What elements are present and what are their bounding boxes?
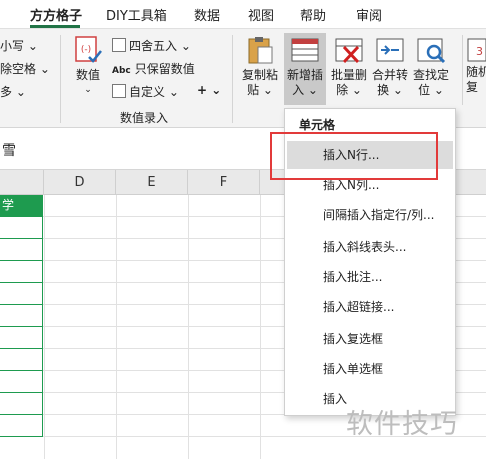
copy-paste-label: 复制粘 [241, 68, 278, 82]
copy-paste-button[interactable]: 复制粘 贴 ⌄ [238, 35, 282, 98]
clipboard-icon [245, 35, 275, 65]
find-label: 查找定 [412, 68, 449, 82]
random-button[interactable]: 3 随机 复 [466, 35, 486, 95]
merge-button[interactable]: 合并转 换 ⌄ [370, 35, 410, 98]
column-header-partial[interactable] [0, 170, 44, 195]
ribbon-separator [462, 35, 463, 105]
menu-section-title: 单元格 [299, 118, 336, 132]
svg-text:(-): (-) [81, 45, 91, 55]
merge-icon [375, 35, 405, 65]
numeric-icon: (-) [73, 35, 103, 65]
tab-review[interactable]: 审阅 [356, 5, 382, 24]
find-label-2: 位 ⌄ [418, 83, 444, 97]
random-icon: 3 [466, 35, 486, 65]
numeric-label: 数值 [75, 68, 100, 82]
random-label: 随机 [466, 65, 486, 79]
watermark: 软件技巧 [346, 409, 458, 440]
remove-spaces-button[interactable]: 除空格 ⌄ [0, 60, 50, 77]
insert-button[interactable]: 新增插 入 ⌄ [284, 33, 326, 105]
random-icon-digit: 3 [476, 45, 483, 58]
batch-delete-label-2: 除 ⌄ [336, 83, 362, 97]
ribbon-separator [60, 35, 61, 123]
keep-values-button[interactable]: Abc 只保留数值 [112, 60, 195, 77]
custom-button[interactable]: 自定义 ⌄ [112, 83, 179, 100]
find-button[interactable]: 查找定 位 ⌄ [410, 35, 452, 98]
selected-range[interactable] [0, 216, 43, 437]
tab-data[interactable]: 数据 [194, 5, 220, 24]
insert-label: 新增插 [286, 68, 323, 82]
ribbon-separator [232, 35, 233, 123]
batch-delete-button[interactable]: 批量删 除 ⌄ [328, 35, 370, 98]
column-header-e[interactable]: E [116, 170, 188, 195]
column-header-d[interactable]: D [44, 170, 116, 195]
delete-icon [334, 35, 364, 65]
tab-view[interactable]: 视图 [248, 5, 274, 24]
tab-diy[interactable]: DIY工具箱 [106, 5, 167, 24]
find-icon [416, 35, 446, 65]
menu-item-insert-hyperlink[interactable]: 插入超链接... [287, 293, 453, 321]
menu-item-insert-diagonal-header[interactable]: 插入斜线表头... [287, 233, 453, 261]
menu-item-interval-insert[interactable]: 间隔插入指定行/列... [287, 201, 453, 229]
numeric-button[interactable]: (-) 数值 ⌄ [68, 35, 108, 98]
round-icon [112, 38, 126, 52]
column-header-f[interactable]: F [188, 170, 260, 195]
custom-icon [112, 84, 126, 98]
group-label-numeric-entry: 数值录入 [120, 111, 169, 125]
abc-icon: Abc [112, 66, 131, 76]
tab-help[interactable]: 帮助 [300, 5, 326, 24]
tab-fangfang[interactable]: 方方格子 [30, 5, 82, 24]
merge-label: 合并转 [371, 68, 408, 82]
batch-delete-label: 批量删 [330, 68, 367, 82]
random-label-2: 复 [466, 80, 479, 94]
ribbon-tabs: 方方格子 DIY工具箱 数据 视图 帮助 审阅 [0, 0, 486, 28]
menu-item-insert-checkbox[interactable]: 插入复选框 [287, 325, 453, 353]
highlight-annotation-box [270, 132, 438, 180]
insert-row-icon [290, 35, 320, 65]
formula-value: 雪 [2, 143, 16, 159]
more-button[interactable]: 多 ⌄ [0, 83, 26, 100]
insert-label-2: 入 ⌄ [292, 83, 318, 97]
copy-paste-label-2: 贴 ⌄ [247, 83, 273, 97]
menu-item-insert-comment[interactable]: 插入批注... [287, 263, 453, 291]
add-button[interactable]: + ⌄ [197, 83, 221, 97]
lowercase-button[interactable]: 小写 ⌄ [0, 37, 38, 54]
selected-column-header-cell[interactable]: 学 [0, 195, 43, 216]
menu-item-insert-radio[interactable]: 插入单选框 [287, 355, 453, 383]
merge-label-2: 换 ⌄ [377, 83, 403, 97]
round-button[interactable]: 四舍五入 ⌄ [112, 37, 191, 54]
